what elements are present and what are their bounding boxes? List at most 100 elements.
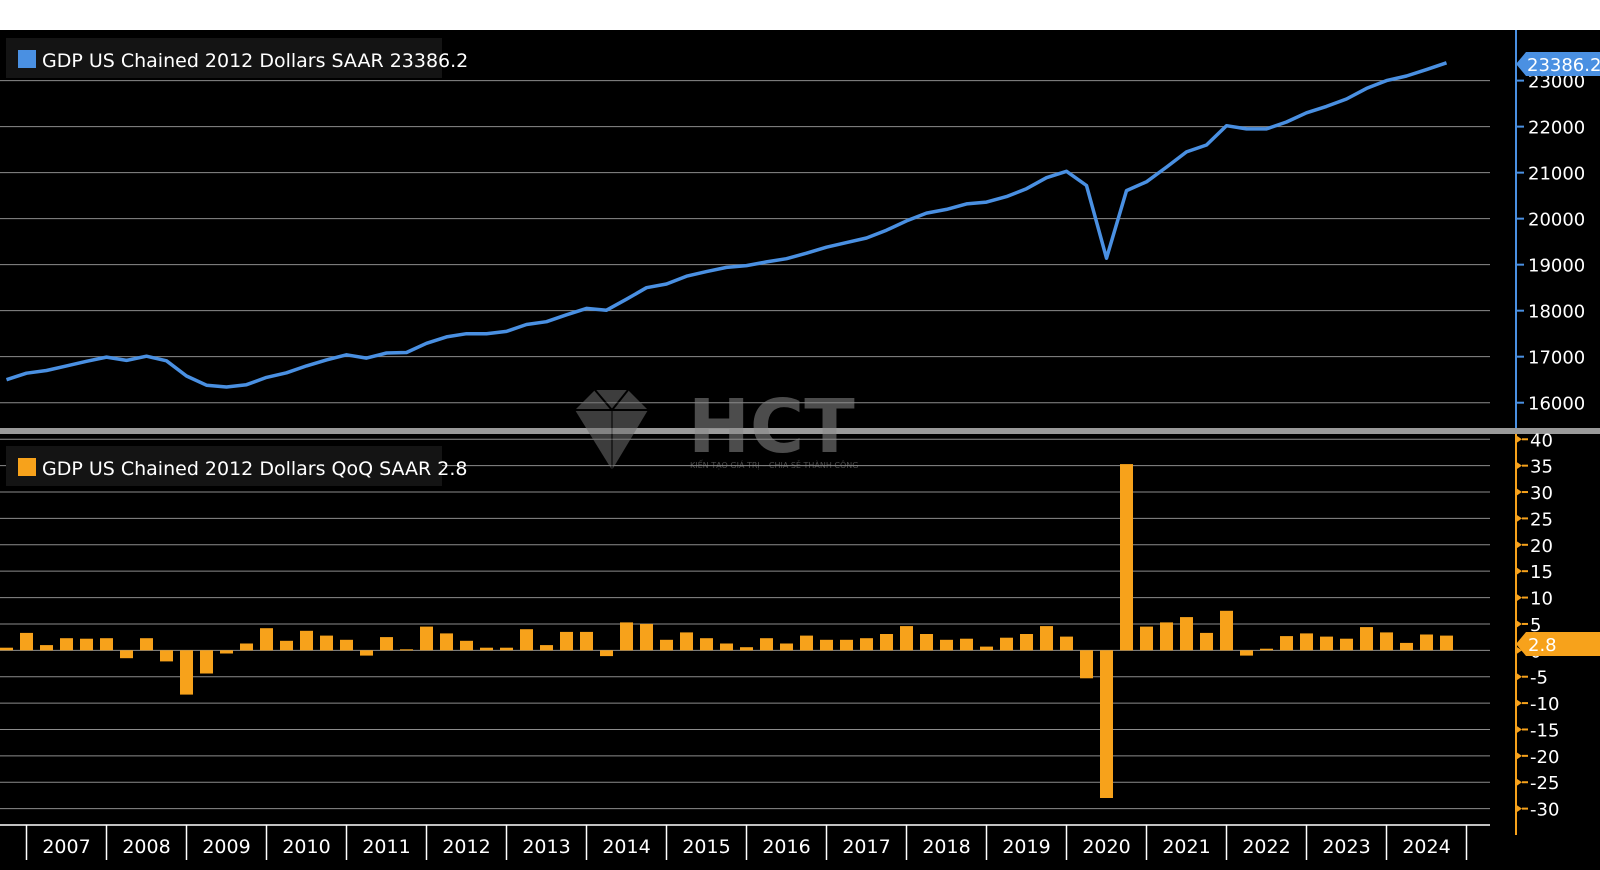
growth-bar [40, 645, 53, 651]
y-tick-label: -5 [1530, 668, 1548, 689]
growth-bar [1060, 636, 1073, 651]
growth-bar [620, 622, 633, 651]
growth-bar [760, 638, 773, 651]
growth-bar [140, 638, 153, 651]
growth-bar [60, 638, 73, 651]
growth-bar [600, 650, 613, 657]
y-tick-label: 16000 [1528, 394, 1585, 415]
growth-bar [420, 626, 433, 651]
growth-bar [320, 635, 333, 651]
last-value-level-text: 23386.2 [1527, 55, 1600, 76]
y-tick-label: -30 [1530, 800, 1559, 821]
growth-bar [900, 626, 913, 651]
y-tick-label: 40 [1530, 430, 1553, 451]
x-tick-label: 2017 [842, 836, 890, 858]
x-tick-label: 2023 [1322, 836, 1370, 858]
growth-bar [180, 650, 193, 695]
x-tick-label: 2008 [122, 836, 170, 858]
growth-bar [580, 631, 593, 651]
gdp-chart: HCT KIẾN TẠO GIÁ TRỊ – CHIA SẺ THÀNH CÔN… [0, 0, 1600, 870]
growth-bar [260, 628, 273, 651]
growth-bar [280, 640, 293, 651]
legend-level-swatch [18, 50, 36, 68]
y-tick-label: -10 [1530, 694, 1559, 715]
y-tick-label: 19000 [1528, 256, 1585, 277]
growth-bar [740, 647, 753, 651]
last-value-level-badge: 23386.2 [1516, 52, 1600, 76]
growth-bar [1360, 627, 1373, 651]
growth-bar [240, 643, 253, 651]
growth-bar [1040, 626, 1053, 651]
growth-bar [400, 649, 413, 651]
growth-bar [340, 639, 353, 651]
growth-bar [380, 637, 393, 651]
y-tick-label: 35 [1530, 457, 1553, 478]
growth-bar [1420, 634, 1433, 651]
watermark-brand: HCT [688, 384, 855, 470]
growth-bar [100, 638, 113, 651]
growth-bar [1380, 632, 1393, 651]
x-tick-label: 2010 [282, 836, 330, 858]
growth-bar [980, 646, 993, 651]
x-tick-label: 2014 [602, 836, 650, 858]
x-tick-label: 2007 [42, 836, 90, 858]
growth-bar [720, 643, 733, 651]
growth-bar [820, 639, 833, 651]
watermark-tagline: KIẾN TẠO GIÁ TRỊ – CHIA SẺ THÀNH CÔNG [690, 459, 859, 471]
growth-bar [1000, 637, 1013, 651]
growth-bar [480, 647, 493, 651]
growth-bar [460, 640, 473, 651]
growth-bar [1180, 617, 1193, 651]
x-tick-label: 2011 [362, 836, 410, 858]
y-tick-label: 21000 [1528, 164, 1585, 185]
growth-bar [840, 639, 853, 651]
growth-bar [500, 647, 513, 651]
growth-bar [220, 650, 233, 654]
top-margin [0, 0, 1600, 30]
growth-bar [1300, 633, 1313, 651]
growth-bar [1340, 638, 1353, 651]
y-tick-label: 30 [1530, 483, 1553, 504]
y-tick-label: 22000 [1528, 118, 1585, 139]
growth-bar [880, 634, 893, 651]
growth-bar [300, 630, 313, 651]
growth-bar [960, 638, 973, 651]
growth-bar [360, 650, 373, 656]
growth-bar [1220, 610, 1233, 651]
growth-bar [1080, 650, 1093, 679]
last-value-growth-text: 2.8 [1528, 635, 1557, 656]
growth-bar [660, 639, 673, 651]
growth-bar [120, 650, 133, 659]
y-tick-label: 20000 [1528, 210, 1585, 231]
growth-bar [1320, 636, 1333, 651]
growth-bar [520, 629, 533, 651]
legend-growth-swatch [18, 458, 36, 476]
growth-bar [80, 638, 93, 651]
growth-bar [1240, 650, 1253, 656]
x-tick-label: 2012 [442, 836, 490, 858]
x-tick-label: 2013 [522, 836, 570, 858]
growth-bar [780, 643, 793, 651]
growth-bar [1200, 632, 1213, 651]
growth-bar [800, 635, 813, 651]
growth-bar [1400, 642, 1413, 651]
x-tick-label: 2022 [1242, 836, 1290, 858]
legend-level-label: GDP US Chained 2012 Dollars SAAR 23386.2 [42, 50, 468, 72]
last-value-growth-badge: 2.8 [1516, 632, 1600, 656]
growth-bar [1160, 622, 1173, 651]
growth-bar [680, 632, 693, 651]
growth-bar [200, 650, 213, 674]
growth-bar [860, 638, 873, 651]
y-tick-label: 18000 [1528, 302, 1585, 323]
legend-growth-label: GDP US Chained 2012 Dollars QoQ SAAR 2.8 [42, 458, 468, 480]
y-tick-label: -25 [1530, 773, 1559, 794]
growth-bar [440, 633, 453, 651]
x-tick-label: 2015 [682, 836, 730, 858]
y-tick-label: -20 [1530, 747, 1559, 768]
growth-bar [920, 634, 933, 651]
growth-bar [20, 632, 33, 651]
watermark: HCT KIẾN TẠO GIÁ TRỊ – CHIA SẺ THÀNH CÔN… [575, 384, 859, 471]
growth-bar [1280, 636, 1293, 651]
growth-bar [700, 638, 713, 651]
growth-bar [1260, 648, 1273, 651]
